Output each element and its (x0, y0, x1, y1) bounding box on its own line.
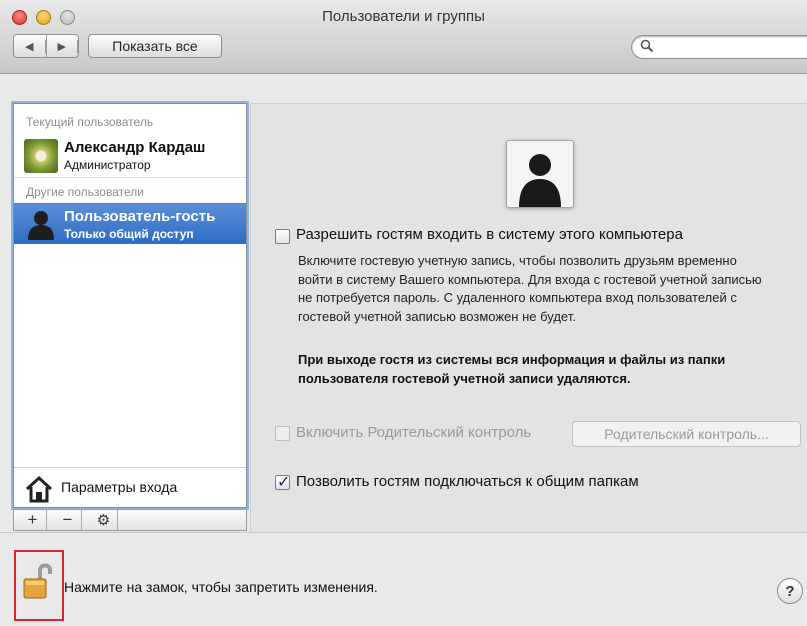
forward-button[interactable]: ▶ (47, 35, 78, 57)
allow-guests-label: Разрешить гостям входить в систему этого… (296, 226, 683, 243)
user-row-guest[interactable]: Пользователь-гость Только общий доступ (14, 203, 246, 244)
user-row-current[interactable]: Александр Кардаш Администратор (14, 135, 246, 177)
avatar (24, 139, 58, 173)
shared-folders-checkbox[interactable]: ✓ (275, 474, 291, 491)
other-users-header: Другие пользователи (26, 185, 144, 199)
parental-controls-button[interactable]: Родительский контроль... (572, 421, 801, 447)
lock-highlight (14, 550, 64, 621)
shared-folders-label: Позволить гостям подключаться к общим па… (296, 473, 639, 490)
allow-guests-checkbox[interactable] (275, 229, 290, 244)
parental-controls-label: Включить Родительский контроль (296, 424, 532, 441)
user-role: Администратор (64, 158, 151, 172)
remove-user-button[interactable]: − (54, 510, 82, 530)
sidebar-toolbar: + − ⚙ (13, 509, 247, 531)
chevron-left-icon: ◀ (14, 39, 46, 53)
guest-picture (506, 140, 574, 208)
user-role: Только общий доступ (64, 227, 194, 241)
parental-controls-checkbox[interactable] (275, 426, 290, 441)
user-name: Александр Кардаш (64, 139, 206, 156)
login-options-item[interactable]: Параметры входа (14, 467, 246, 508)
guest-warning: При выходе гостя из системы вся информац… (298, 352, 726, 386)
user-list: Текущий пользователь Александр Кардаш Ад… (13, 103, 247, 508)
show-all-button[interactable]: Показать все (88, 34, 222, 58)
search-icon (640, 39, 654, 58)
checkmark-icon: ✓ (277, 474, 291, 491)
guest-avatar-icon (26, 208, 56, 245)
footer-bar: Нажмите на замок, чтобы запретить измене… (0, 532, 807, 626)
nav-back-forward: ◀ ▶ (13, 34, 79, 58)
login-options-label: Параметры входа (61, 479, 178, 495)
help-button[interactable]: ? (777, 578, 803, 604)
lock-status-text: Нажмите на замок, чтобы запретить измене… (64, 579, 378, 595)
search-input[interactable] (631, 35, 807, 59)
guest-description: Включите гостевую учетную запись, чтобы … (298, 253, 762, 324)
guest-settings-panel: Разрешить гостям входить в систему этого… (250, 103, 807, 532)
current-user-header: Текущий пользователь (26, 115, 154, 129)
divider (14, 177, 246, 178)
user-name: Пользователь-гость (64, 208, 216, 225)
chevron-right-icon: ▶ (47, 39, 78, 53)
title-bar: Пользователи и группы ◀ ▶ Показать все (0, 0, 807, 74)
window-title: Пользователи и группы (322, 8, 485, 25)
padlock-open-icon[interactable] (23, 560, 53, 605)
back-button[interactable]: ◀ (14, 35, 47, 57)
add-user-button[interactable]: + (19, 510, 47, 530)
gear-icon[interactable]: ⚙ (90, 510, 118, 530)
house-icon (24, 475, 54, 508)
